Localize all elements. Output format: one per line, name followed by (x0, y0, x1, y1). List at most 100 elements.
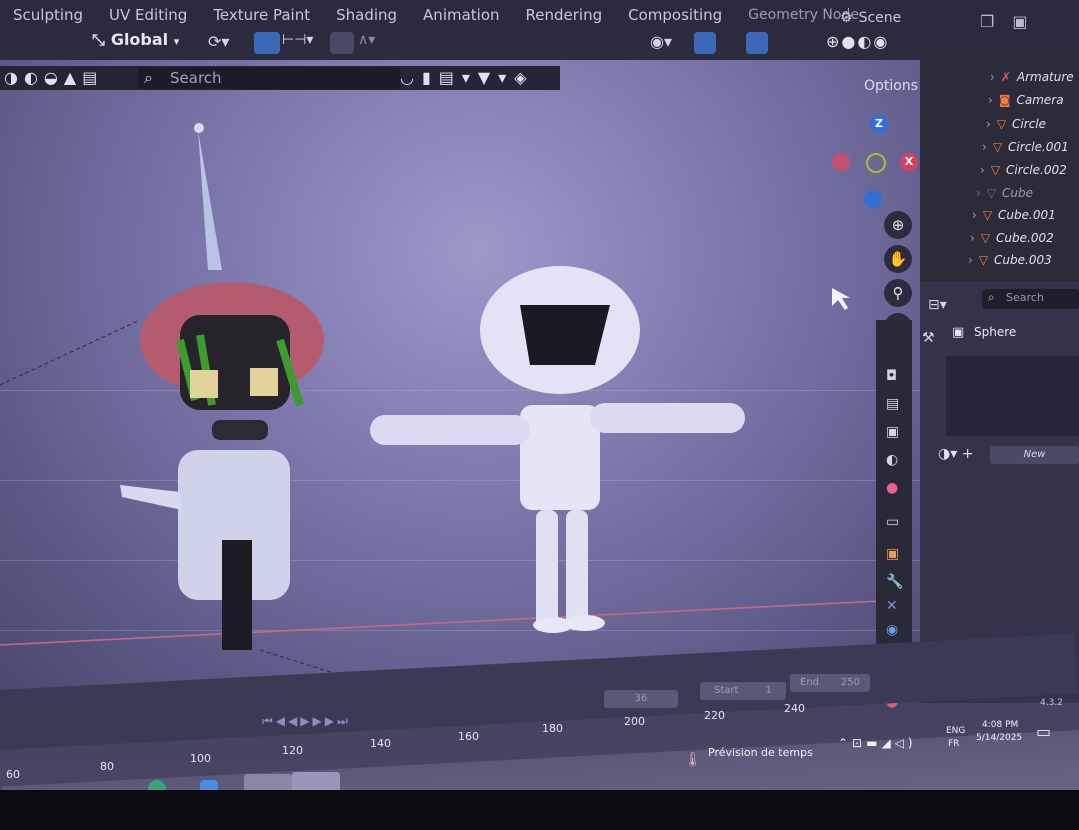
character-arm (120, 485, 182, 510)
end-frame-field[interactable]: End 250 (790, 674, 870, 692)
gizmo-z-axis[interactable]: Z (870, 115, 888, 133)
frame-number: 100 (190, 752, 211, 765)
monitor-bezel (0, 790, 1079, 830)
copy-icon[interactable]: ❐ (980, 12, 1012, 31)
output-icon[interactable]: ▤ (886, 396, 899, 412)
object-name-label: Sphere (974, 325, 1017, 339)
new-material-button[interactable]: New (990, 446, 1079, 464)
tpose-face-shadow (520, 305, 610, 365)
notification-icon[interactable]: ▭ (1036, 722, 1051, 741)
chevron-right-icon: › (968, 253, 973, 267)
clock-date: 5/14/2025 (976, 733, 1023, 743)
render-icon[interactable]: ◘ (886, 368, 897, 384)
visibility-dropdown[interactable]: ◉▾ (650, 32, 686, 54)
clock-time[interactable]: 4:08 PM (982, 720, 1018, 730)
frame-number: 140 (370, 737, 391, 750)
scene-props-icon[interactable]: ◐ (886, 452, 898, 468)
thermometer-icon: 🌡 (684, 752, 702, 768)
chevron-down-icon: ▾ (173, 35, 180, 48)
material-browse-icon[interactable]: ◑▾ + (938, 446, 973, 462)
pivot-button[interactable]: ⟳▾ (208, 32, 244, 54)
frame-number: 60 (6, 768, 20, 781)
tab-uv-editing[interactable]: UV Editing (96, 6, 200, 24)
view-layer-icon[interactable]: ▣ (1012, 12, 1045, 31)
gizmo-neg-x[interactable] (832, 153, 850, 171)
tab-texture-paint[interactable]: Texture Paint (200, 6, 323, 24)
material-slot-list[interactable] (946, 356, 1079, 436)
outliner-item[interactable]: › ▽ Circle (986, 117, 1046, 137)
mesh-icon: ▽ (980, 231, 991, 245)
camera-icon: ◙ (998, 93, 1011, 107)
outliner-item[interactable]: › ▽ Circle.002 (980, 163, 1067, 183)
tab-sculpting[interactable]: Sculpting (0, 6, 96, 24)
chevron-right-icon: › (990, 70, 995, 84)
outliner-panel: › ✗ Armature › ◙ Camera › ▽ Circle › ▽ Circle.00… (920, 60, 1079, 282)
tool-icon[interactable]: ⚒ (922, 330, 935, 346)
character-eye-left (190, 370, 218, 398)
shading-modes[interactable]: ⊕●◐◉ (826, 32, 916, 54)
language-indicator-sub: FR (948, 739, 960, 749)
camera-view-icon[interactable]: ⚲ (884, 279, 912, 307)
chevron-right-icon: › (980, 163, 985, 177)
tpose-left-leg (536, 510, 558, 630)
outliner-item[interactable]: › ▽ Cube.003 (968, 253, 1052, 273)
outliner-item[interactable]: › ✗ Armature (990, 70, 1074, 90)
outliner-item[interactable]: › ▽ Cube.001 (972, 208, 1056, 228)
search-icon: ⌕ (144, 68, 153, 87)
start-frame-field[interactable]: Start 1 (700, 682, 786, 700)
overlay-toggle[interactable] (746, 32, 768, 54)
chevron-right-icon: › (988, 93, 993, 107)
character-collar (212, 420, 268, 440)
selectability-icons[interactable]: ◑◐◒▲▤ (4, 68, 103, 87)
world-icon[interactable]: ● (886, 480, 898, 496)
chevron-right-icon: › (986, 117, 991, 131)
language-indicator[interactable]: ENG (946, 726, 965, 736)
pan-hand-icon[interactable]: ✋ (884, 245, 912, 273)
tab-shading[interactable]: Shading (323, 6, 410, 24)
window-icons: ❐▣ (980, 12, 1045, 31)
weather-widget[interactable]: Prévision de temps (708, 746, 813, 759)
outliner-item[interactable]: › ▽ Circle.001 (982, 140, 1069, 160)
object-type-icon: ▣ (952, 325, 965, 340)
tpose-torso (520, 405, 600, 510)
snap-button[interactable] (254, 32, 280, 54)
tray-icons[interactable]: ⌃⊡▬◢◁) (838, 736, 917, 750)
particles-icon[interactable]: ✕ (886, 598, 898, 614)
scene-selector[interactable]: ⚙ Scene (840, 10, 901, 26)
mesh-icon: ▽ (982, 208, 993, 222)
tab-rendering[interactable]: Rendering (513, 6, 616, 24)
orientation-dropdown[interactable]: ⤡ Global ▾ (92, 30, 179, 50)
gizmo-y-axis[interactable] (866, 153, 886, 173)
mesh-icon: ▽ (996, 117, 1007, 131)
collection-icon[interactable]: ▭ (886, 514, 899, 530)
antenna (198, 130, 222, 270)
frame-number: 220 (704, 709, 725, 722)
outliner-item[interactable]: › ▽ Cube (976, 186, 1033, 206)
search-placeholder: Search (170, 69, 222, 87)
snap-target-dropdown[interactable]: ⊢⊣▾ (282, 32, 320, 54)
object-icon[interactable]: ▣ (886, 546, 899, 562)
x-axis-line (0, 599, 901, 646)
3d-viewport[interactable] (0, 60, 920, 700)
editor-type-icon[interactable]: ⊟▾ (928, 297, 947, 313)
view-layer-icon[interactable]: ▣ (886, 424, 899, 440)
filter-icons[interactable]: ◡▮▤▾▼▾◈ (400, 68, 535, 87)
tab-compositing[interactable]: Compositing (615, 6, 735, 24)
falloff-icon[interactable]: ∧▾ (358, 32, 394, 54)
outliner-item[interactable]: › ◙ Camera (988, 93, 1064, 113)
gizmo-neg-z[interactable] (864, 190, 882, 208)
gizmo-x-axis[interactable]: X (900, 153, 918, 171)
gizmo-toggle[interactable] (694, 32, 716, 54)
modifier-wrench-icon[interactable]: 🔧 (886, 574, 903, 590)
zoom-icon[interactable]: ⊕ (884, 211, 912, 239)
physics-icon[interactable]: ◉ (886, 622, 898, 638)
outliner-item[interactable]: › ▽ Cube.002 (970, 231, 1054, 251)
chevron-right-icon: › (982, 140, 987, 154)
frame-number: 200 (624, 715, 645, 728)
mesh-icon: ▽ (990, 163, 1001, 177)
proportional-edit-button[interactable] (330, 32, 354, 54)
tpose-right-leg (566, 510, 588, 630)
frame-number: 180 (542, 722, 563, 735)
tab-animation[interactable]: Animation (410, 6, 512, 24)
viewport-scene (0, 123, 901, 700)
